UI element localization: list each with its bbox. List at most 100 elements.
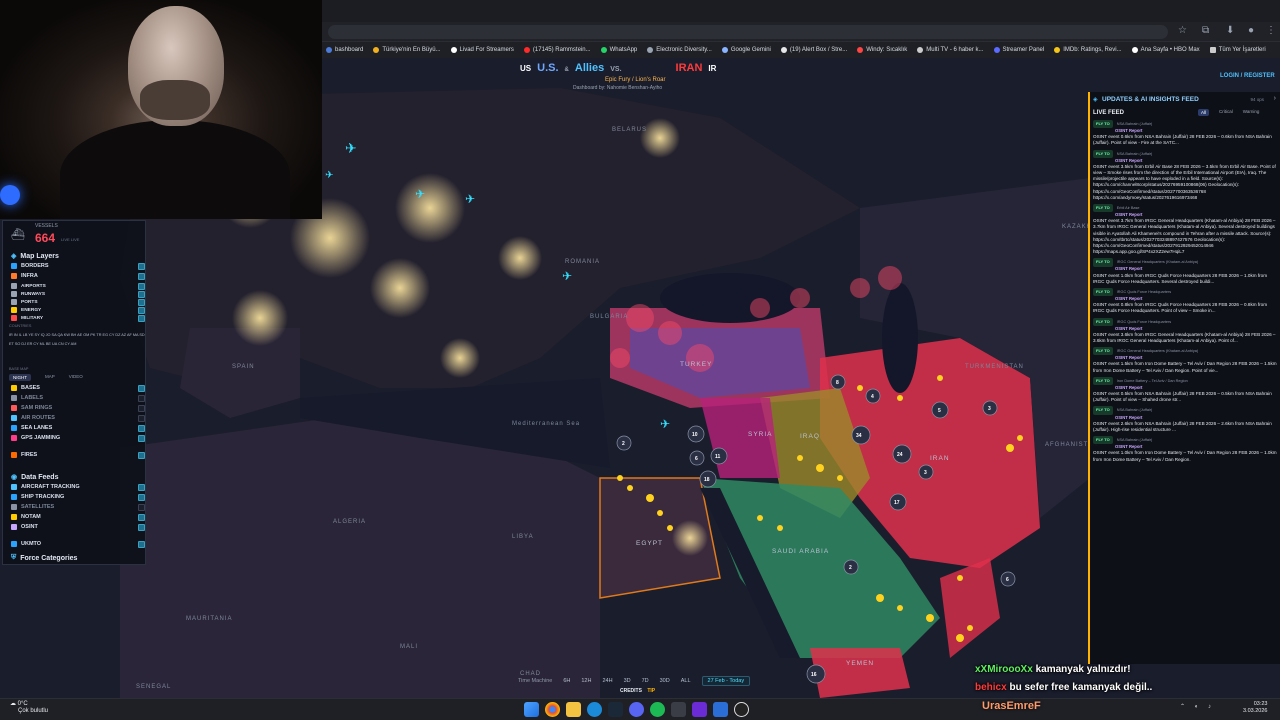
country-filter-chips[interactable]: IR IN IL LB YE SY IQ JO SA QA KW BH AE O… [9, 331, 145, 349]
edge-icon[interactable] [587, 702, 602, 717]
checkbox[interactable] [138, 404, 145, 412]
checkbox[interactable] [138, 493, 145, 501]
chevron-up-icon[interactable]: ⌃ [1180, 704, 1185, 710]
checkbox[interactable] [138, 434, 145, 442]
range-7d[interactable]: 7D [642, 678, 649, 684]
tip-link[interactable]: TIP [647, 688, 655, 694]
speaker-icon[interactable]: ♪ [1208, 704, 1211, 710]
range-6h[interactable]: 6H [563, 678, 570, 684]
range-12h[interactable]: 12H [581, 678, 591, 684]
layer-gps-jamming[interactable]: GPS JAMMING [11, 434, 145, 442]
tab-warning[interactable]: Warning [1243, 109, 1260, 116]
menu-icon[interactable]: ⋮ [1266, 25, 1276, 36]
layer-military[interactable]: MILITARY [11, 314, 145, 322]
system-tray[interactable]: ⌃ ◐ ♪ [1180, 703, 1211, 710]
checkbox[interactable] [138, 272, 145, 280]
address-bar[interactable] [328, 25, 1168, 39]
feed-entry[interactable]: FLY TO IRGC Quds Force Headquarters OSINT… [1093, 317, 1279, 345]
date-range-button[interactable]: 27 Feb - Today [701, 676, 751, 686]
file-explorer-icon[interactable] [566, 702, 581, 717]
layer-fires[interactable]: FIRES [11, 451, 145, 459]
spotify-icon[interactable] [650, 702, 665, 717]
basemap-night-tab[interactable]: NIGHT [9, 374, 31, 381]
data-feeds-header[interactable]: ◉ Data Feeds [11, 473, 58, 482]
layer-sam-rings[interactable]: SAM RINGS [11, 404, 145, 412]
login-register-link[interactable]: LOGIN / REGISTER [1220, 73, 1275, 79]
checkbox[interactable] [138, 314, 145, 322]
bookmark[interactable]: Türkiye'nin En Büyü... [373, 47, 441, 53]
fly-to-button[interactable]: FLY TO [1093, 317, 1113, 326]
feed-osint[interactable]: OSINT [11, 523, 145, 531]
checkbox[interactable] [138, 262, 145, 270]
profile-icon[interactable]: ● [1248, 25, 1254, 36]
chrome-icon[interactable] [545, 702, 560, 717]
feed-entry[interactable]: FLY TO NSA Bahrain (Juffair) OSINT Report… [1093, 119, 1279, 147]
feed-aircraft[interactable]: AIRCRAFT TRACKING [11, 483, 145, 491]
app-icon[interactable] [671, 702, 686, 717]
range-30d[interactable]: 30D [660, 678, 670, 684]
bookmark[interactable]: Electronic Diversity... [647, 47, 712, 53]
basemap-video-tab[interactable]: VIDEO [69, 374, 83, 381]
fly-to-button[interactable]: FLY TO [1093, 258, 1113, 267]
checkbox[interactable] [138, 523, 145, 531]
layer-infra[interactable]: INFRA [11, 272, 145, 280]
discord-icon[interactable] [629, 702, 644, 717]
bookmark[interactable]: Streamer Panel [993, 47, 1044, 53]
checkbox[interactable] [138, 513, 145, 521]
bookmark[interactable]: WhatsApp [600, 47, 637, 53]
app-icon[interactable] [713, 702, 728, 717]
feed-ukmto[interactable]: UKMTO [11, 540, 145, 548]
bookmark[interactable]: Windy: Sıcaklık [857, 47, 907, 53]
checkbox[interactable] [138, 503, 145, 511]
feed-entry[interactable]: FLY TO IRGC Quds Force Headquarters OSINT… [1093, 287, 1279, 315]
system-clock[interactable]: 03:23 3.03.2026 [1243, 701, 1267, 715]
checkbox[interactable] [138, 451, 145, 459]
bookmark[interactable]: IMDb: Ratings, Revi... [1054, 47, 1122, 53]
feed-entry[interactable]: FLY TO Erbil Air Base OSINT Report OSINT … [1093, 203, 1279, 255]
feed-entry[interactable]: FLY TO NSA Bahrain (Juffair) OSINT Report… [1093, 436, 1279, 463]
fly-to-button[interactable]: FLY TO [1093, 436, 1113, 445]
map-layers-header[interactable]: ◈ Map Layers [11, 252, 59, 261]
kick-icon[interactable] [692, 702, 707, 717]
fly-to-button[interactable]: FLY TO [1093, 287, 1113, 297]
checkbox[interactable] [138, 384, 145, 392]
weather-widget[interactable]: ☁ 0°C Çok bulutlu [10, 701, 48, 715]
checkbox[interactable] [138, 306, 145, 314]
fly-to-button[interactable]: FLY TO [1093, 149, 1113, 158]
layer-air-routes[interactable]: AIR ROUTES [11, 414, 145, 422]
bookmark[interactable]: Ana Sayfa • HBO Max [1131, 47, 1200, 53]
extensions-icon[interactable]: ⧉ [1202, 25, 1209, 36]
download-icon[interactable]: ⬇ [1226, 25, 1234, 36]
layer-runways[interactable]: RUNWAYS [11, 290, 145, 298]
layer-airports[interactable]: AIRPORTS [11, 282, 145, 290]
range-all[interactable]: ALL [681, 678, 691, 684]
checkbox[interactable] [138, 282, 145, 290]
checkbox[interactable] [138, 394, 145, 402]
layer-bases[interactable]: BASES [11, 384, 145, 392]
tab-critical[interactable]: Critical [1219, 109, 1233, 116]
bookmark[interactable]: Google Gemini [721, 47, 771, 53]
layer-labels[interactable]: LABELS [11, 394, 145, 402]
bookmark[interactable]: Livad For Streamers [450, 47, 514, 53]
checkbox[interactable] [138, 424, 145, 432]
bookmark[interactable]: Multi TV - 6 haber k... [917, 47, 984, 53]
range-3d[interactable]: 3D [624, 678, 631, 684]
feed-notam[interactable]: NOTAM [11, 513, 145, 521]
basemap-map-tab[interactable]: MAP [45, 374, 55, 381]
obs-icon[interactable] [734, 702, 749, 717]
force-categories-header[interactable]: ⛨ Force Categories [11, 554, 77, 562]
feed-entry[interactable]: FLY TO IRGC General Headquarters (Khatam-… [1093, 258, 1279, 285]
feed-entry[interactable]: FLY TO NSA Bahrain (Juffair) OSINT Report… [1093, 149, 1279, 201]
checkbox[interactable] [138, 540, 145, 548]
checkbox[interactable] [138, 298, 145, 306]
tab-all[interactable]: All [1198, 109, 1210, 116]
layer-sea-lanes[interactable]: SEA LANES [11, 424, 145, 432]
checkbox[interactable] [138, 483, 145, 491]
checkbox[interactable] [138, 414, 145, 422]
feed-entry[interactable]: FLY TO Iron Dome Battery – Tel Aviv / Dan… [1093, 376, 1279, 404]
fly-to-button[interactable]: FLY TO [1093, 203, 1113, 213]
layer-borders[interactable]: BORDERS [11, 262, 145, 270]
fly-to-button[interactable]: FLY TO [1093, 406, 1113, 415]
windows-start-icon[interactable] [524, 702, 539, 717]
layer-energy[interactable]: ENERGY [11, 306, 145, 314]
